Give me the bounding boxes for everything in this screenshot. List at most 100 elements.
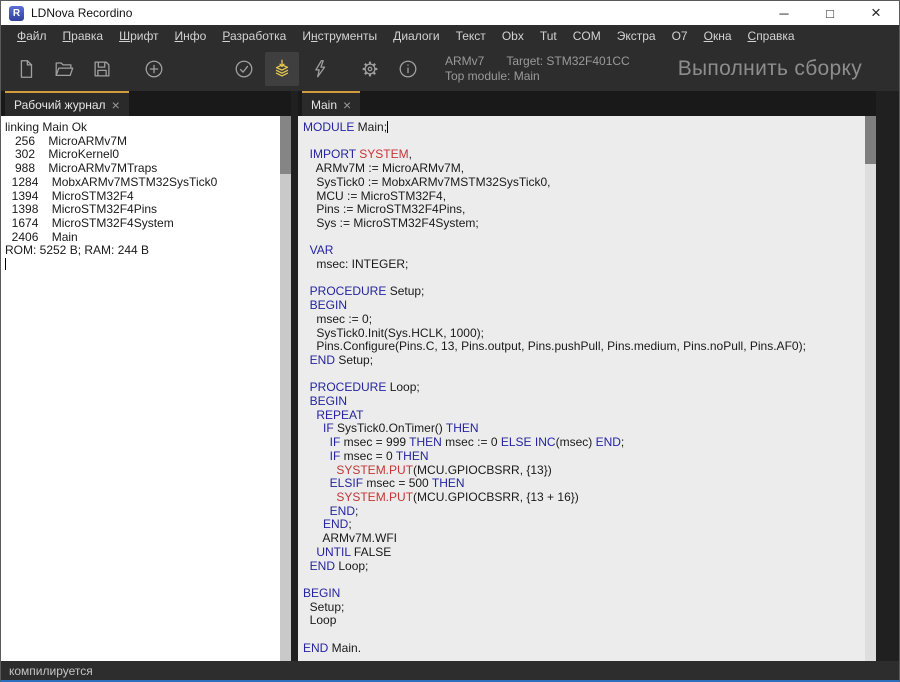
maximize-button[interactable]: □	[807, 1, 853, 25]
code-scrollbar-thumb[interactable]	[865, 116, 876, 164]
menu-item-O7[interactable]: O7	[664, 29, 696, 43]
code-line	[303, 231, 862, 245]
code-scrollbar[interactable]	[865, 116, 876, 661]
run-build-action[interactable]: Выполнить сборку	[678, 57, 862, 81]
code-line: IF msec = 999 THEN msec := 0 ELSE INC(ms…	[303, 436, 862, 450]
menu-item-Окна[interactable]: Окна	[696, 29, 740, 43]
add-button[interactable]	[137, 52, 171, 86]
log-scrollbar[interactable]	[280, 116, 291, 661]
log-line: 1674 MicroSTM32F4System	[5, 217, 277, 231]
build-layers-icon	[271, 58, 293, 80]
code-line	[303, 573, 862, 587]
log-line	[5, 258, 277, 272]
text-cursor	[387, 121, 388, 133]
save-icon	[91, 58, 113, 80]
new-file-button[interactable]	[9, 52, 43, 86]
pane-divider	[291, 91, 298, 661]
code-line: SysTick0 := MobxARMv7MSTM32SysTick0,	[303, 176, 862, 190]
code-line: REPEAT	[303, 409, 862, 423]
menu-item-Разработка[interactable]: Разработка	[214, 29, 294, 43]
code-line: END Main.	[303, 642, 862, 656]
window-title: LDNova Recordino	[31, 6, 132, 20]
tab-main-module[interactable]: Main ×	[302, 91, 360, 116]
menu-item-Шрифт[interactable]: Шрифт	[111, 29, 166, 43]
code-line: SysTick0.Init(Sys.HCLK, 1000);	[303, 327, 862, 341]
menu-item-Инструменты[interactable]: Инструменты	[294, 29, 385, 43]
close-button[interactable]: ×	[853, 1, 899, 25]
status-text: компилируется	[9, 664, 93, 678]
menu-item-Obx[interactable]: Obx	[494, 29, 532, 43]
code-line: Pins := MicroSTM32F4Pins,	[303, 203, 862, 217]
code-line: Pins.Configure(Pins.C, 13, Pins.output, …	[303, 340, 862, 354]
log-line: linking Main Ok	[5, 121, 277, 135]
code-line: MODULE Main;	[303, 121, 862, 135]
settings-button[interactable]	[353, 52, 387, 86]
app-logo-icon: R	[9, 6, 24, 21]
info-circle-icon	[397, 58, 419, 80]
menu-item-Справка[interactable]: Справка	[740, 29, 803, 43]
log-line: 2406 Main	[5, 231, 277, 245]
code-line: ARMv7M := MicroARMv7M,	[303, 162, 862, 176]
statusbar: компилируется	[1, 661, 899, 680]
code-line: END Setup;	[303, 354, 862, 368]
text-cursor	[5, 258, 6, 270]
toolbar: ARMv7Target: STM32F401CC Top module: Mai…	[1, 46, 899, 91]
minimize-button[interactable]: ─	[761, 1, 807, 25]
code-line: Sys := MicroSTM32F4System;	[303, 217, 862, 231]
log-editor-area[interactable]: linking Main Ok 256 MicroARMv7M 302 Micr…	[1, 116, 291, 661]
open-folder-icon	[53, 58, 75, 80]
code-line: IMPORT SYSTEM,	[303, 148, 862, 162]
log-line: 1394 MicroSTM32F4	[5, 190, 277, 204]
lightning-icon	[309, 58, 331, 80]
code-line: SYSTEM.PUT(MCU.GPIOCBSRR, {13 + 16})	[303, 491, 862, 505]
info-button[interactable]	[391, 52, 425, 86]
code-line: SYSTEM.PUT(MCU.GPIOCBSRR, {13})	[303, 464, 862, 478]
menu-item-COM[interactable]: COM	[565, 29, 609, 43]
tab-close-icon[interactable]: ×	[112, 97, 120, 113]
build-button[interactable]	[265, 52, 299, 86]
menu-item-Экстра[interactable]: Экстра	[609, 29, 664, 43]
code-line: UNTIL FALSE	[303, 546, 862, 560]
code-line: END;	[303, 518, 862, 532]
code-line: PROCEDURE Loop;	[303, 381, 862, 395]
code-line: msec := 0;	[303, 313, 862, 327]
menu-item-Файл[interactable]: Файл	[9, 29, 55, 43]
tab-work-log[interactable]: Рабочий журнал ×	[5, 91, 129, 116]
tab-close-icon[interactable]: ×	[343, 97, 351, 113]
menu-item-Инфо[interactable]: Инфо	[167, 29, 215, 43]
log-scrollbar-thumb[interactable]	[280, 116, 291, 174]
code-panel: Main × MODULE Main; IMPORT SYSTEM, ARMv7…	[298, 91, 876, 661]
code-editor-area[interactable]: MODULE Main; IMPORT SYSTEM, ARMv7M := Mi…	[298, 116, 876, 661]
code-line: END Loop;	[303, 560, 862, 574]
code-line: BEGIN	[303, 587, 862, 601]
code-line	[303, 628, 862, 642]
log-line: 1284 MobxARMv7MSTM32SysTick0	[5, 176, 277, 190]
code-line: Setup;	[303, 601, 862, 615]
check-circle-icon	[233, 58, 255, 80]
menubar-items: ФайлПравкаШрифтИнфоРазработкаИнструменты…	[1, 25, 899, 46]
log-line: 256 MicroARMv7M	[5, 135, 277, 149]
window-controls: ─ □ ×	[761, 1, 899, 25]
code-line	[303, 368, 862, 382]
menu-item-Правка[interactable]: Правка	[55, 29, 112, 43]
log-line: ROM: 5252 B; RAM: 244 B	[5, 244, 277, 258]
log-text: linking Main Ok 256 MicroARMv7M 302 Micr…	[1, 116, 291, 272]
code-line: MCU := MicroSTM32F4,	[303, 190, 862, 204]
code-line: BEGIN	[303, 299, 862, 313]
code-line: ARMv7M.WFI	[303, 532, 862, 546]
menu-item-Диалоги[interactable]: Диалоги	[385, 29, 447, 43]
code-line	[303, 272, 862, 286]
code-line: IF msec = 0 THEN	[303, 450, 862, 464]
code-line	[303, 135, 862, 149]
open-folder-button[interactable]	[47, 52, 81, 86]
code-line: PROCEDURE Setup;	[303, 285, 862, 299]
log-line: 1398 MicroSTM32F4Pins	[5, 203, 277, 217]
menu-item-Текст[interactable]: Текст	[448, 29, 494, 43]
code-line: IF SysTick0.OnTimer() THEN	[303, 422, 862, 436]
save-button[interactable]	[85, 52, 119, 86]
check-button[interactable]	[227, 52, 261, 86]
target-label: Target: STM32F401CC	[506, 54, 629, 68]
menu-item-Tut[interactable]: Tut	[532, 29, 565, 43]
run-button[interactable]	[303, 52, 337, 86]
main-content: Рабочий журнал × linking Main Ok 256 Mic…	[1, 91, 899, 661]
